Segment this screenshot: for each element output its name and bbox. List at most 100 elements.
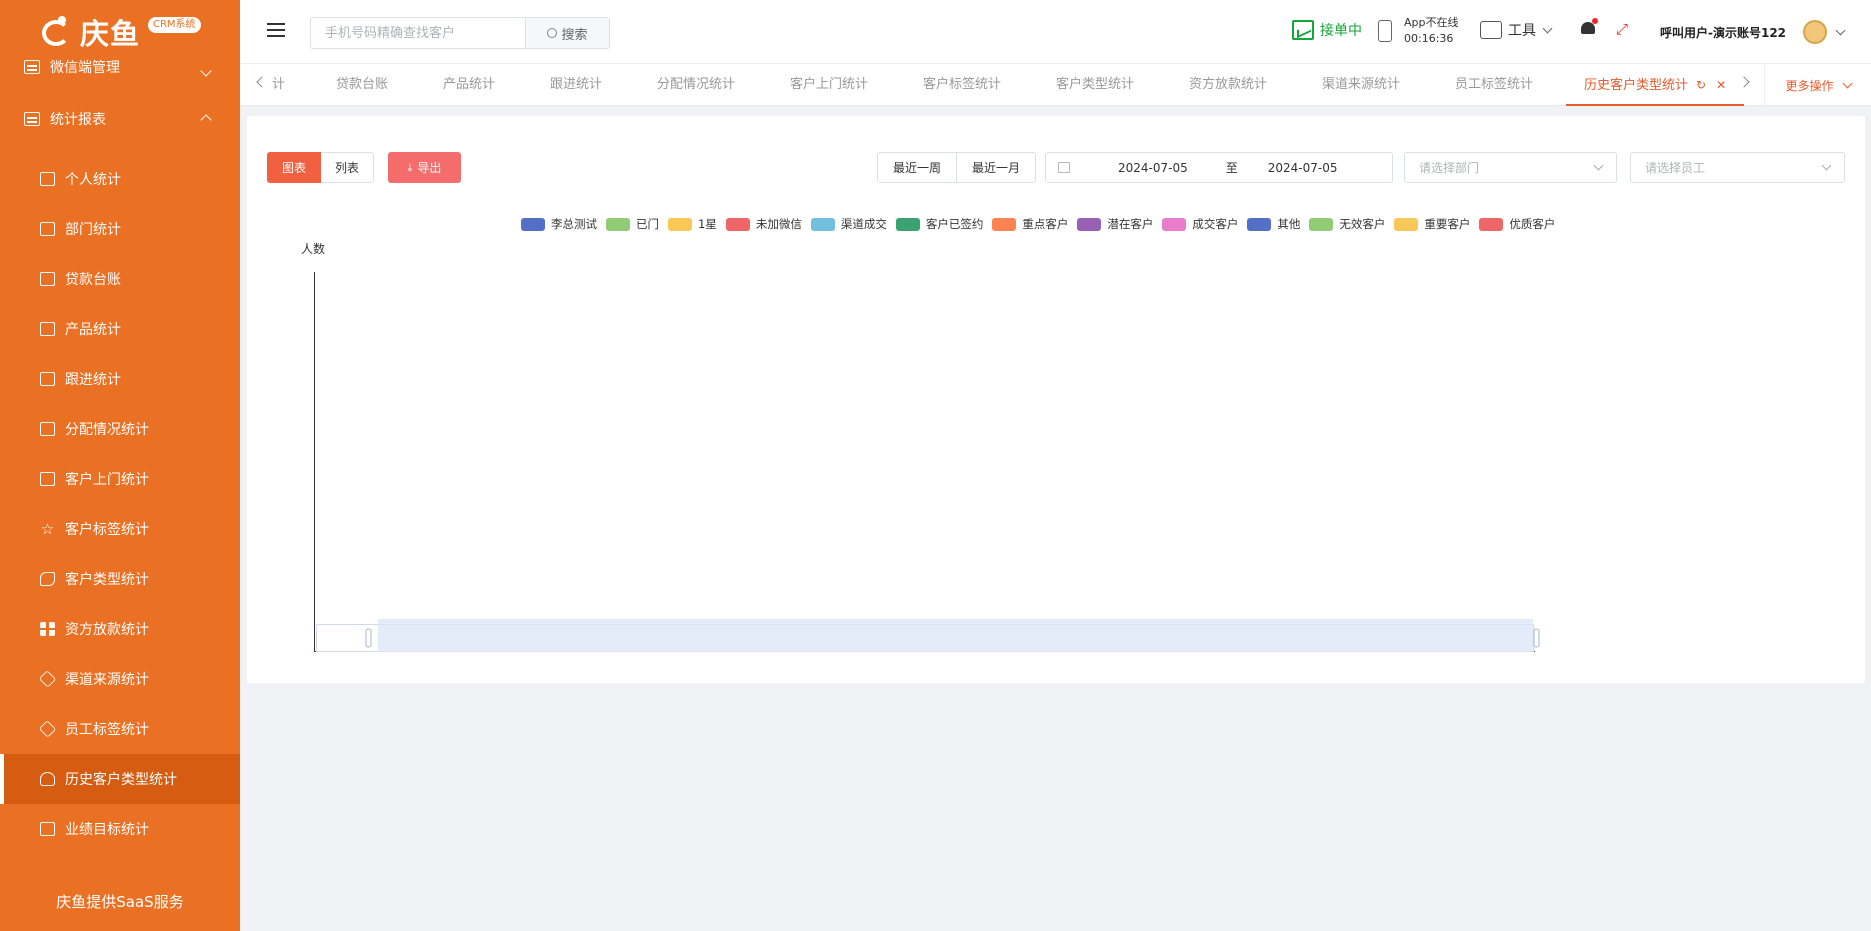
chevron-left-icon[interactable]: [256, 76, 268, 88]
tab-tag-stats[interactable]: 客户标签统计: [923, 64, 1001, 106]
chevron-down-icon: [1542, 23, 1553, 33]
tab-loan-ledger[interactable]: 贷款台账: [336, 64, 388, 106]
search-button-label: 搜索: [561, 27, 588, 43]
sidebar-item-visit-stats[interactable]: 客户上门统计: [0, 454, 240, 504]
menu-group-wechat[interactable]: 微信端管理: [0, 50, 240, 84]
mobile-icon: [1378, 20, 1392, 42]
edit-icon: [40, 822, 55, 836]
sidebar-item-label: 业绩目标统计: [65, 822, 149, 838]
fullscreen-icon[interactable]: ⤢: [1613, 20, 1631, 38]
zoom-right-handle[interactable]: [1533, 628, 1540, 648]
tab-stats-partial[interactable]: 计: [272, 64, 285, 106]
sidebar-item-label: 个人统计: [65, 172, 121, 188]
zoom-left-handle[interactable]: [365, 628, 372, 648]
sidebar-item-label: 产品统计: [65, 322, 121, 338]
search-input[interactable]: [311, 18, 525, 48]
sidebar-item-tag-stats[interactable]: ☆ 客户标签统计: [0, 504, 240, 554]
sidebar-item-personal-stats[interactable]: 个人统计: [0, 154, 240, 204]
sidebar-item-label: 贷款台账: [65, 272, 121, 288]
sidebar-item-label: 资方放款统计: [65, 622, 149, 638]
sidebar-item-label: 员工标签统计: [65, 722, 149, 738]
monitor-icon: [40, 222, 55, 236]
tab-visit-stats[interactable]: 客户上门统计: [790, 64, 868, 106]
sidebar: 庆鱼 CRM系统 微信端管理 统计报表 个人统计 部门统计 贷款台账 产品统计 …: [0, 0, 240, 931]
refresh-icon[interactable]: ↻: [1696, 64, 1706, 106]
order-status-label: 接单中: [1320, 23, 1362, 39]
sidebar-item-label: 渠道来源统计: [65, 672, 149, 688]
menu-group-reports[interactable]: 统计报表: [0, 92, 240, 146]
sidebar-item-dept-stats[interactable]: 部门统计: [0, 204, 240, 254]
fish-logo-icon: [38, 14, 78, 50]
more-operations-label: 更多操作: [1785, 78, 1834, 93]
sidebar-item-type-stats[interactable]: 客户类型统计: [0, 554, 240, 604]
menu-toggle-icon[interactable]: [267, 23, 285, 37]
content-card: 图表 列表 ⤓ 导出 最近一周 最近一月 2024-07-05 至 2024-0…: [247, 116, 1865, 683]
app-status-text: App不在线: [1404, 16, 1459, 29]
tab-followup-stats[interactable]: 跟进统计: [550, 64, 602, 106]
tag-icon: [38, 670, 57, 688]
edit-icon: [40, 372, 55, 386]
sidebar-item-allocation-stats[interactable]: 分配情况统计: [0, 404, 240, 454]
close-icon[interactable]: ✕: [1716, 64, 1726, 106]
logo-text: 庆鱼: [80, 17, 141, 51]
tab-funder-stats[interactable]: 资方放款统计: [1189, 64, 1267, 106]
chevron-up-icon: [200, 114, 212, 126]
chart-canvas: 人数: [301, 241, 1540, 652]
sidebar-item-label: 客户类型统计: [65, 572, 149, 588]
toolbox-icon: [1480, 21, 1502, 39]
sidebar-item-funder-stats[interactable]: 资方放款统计: [0, 604, 240, 654]
menu-group-label: 统计报表: [50, 112, 106, 128]
search-button[interactable]: 搜索: [525, 18, 609, 48]
sidebar-item-product-stats[interactable]: 产品统计: [0, 304, 240, 354]
app-status-timer: 00:16:36: [1404, 32, 1454, 45]
tab-allocation-stats[interactable]: 分配情况统计: [657, 64, 735, 106]
tools-menu[interactable]: 工具: [1480, 20, 1553, 40]
checkbox-icon: [40, 472, 55, 486]
zoom-slider-window[interactable]: [378, 619, 1533, 652]
more-operations[interactable]: 更多操作: [1764, 64, 1871, 106]
menu-group-label: 微信端管理: [50, 60, 120, 76]
caller-account[interactable]: 呼叫用户-演示账号122: [1660, 24, 1786, 41]
sidebar-item-label: 客户标签统计: [65, 522, 149, 538]
tab-bar: 计 贷款台账 产品统计 跟进统计 分配情况统计 客户上门统计 客户标签统计 客户…: [240, 64, 1871, 106]
sidebar-item-target-stats[interactable]: 业绩目标统计: [0, 804, 240, 854]
document-icon: [40, 322, 55, 336]
top-header: 搜索 接单中 App不在线 00:16:36 工具 ⤢ 呼叫用户-演示账号122: [240, 0, 1871, 64]
tab-channel-stats[interactable]: 渠道来源统计: [1322, 64, 1400, 106]
chevron-down-icon: [200, 65, 212, 77]
sidebar-item-loan-ledger[interactable]: 贷款台账: [0, 254, 240, 304]
phone-icon: [40, 572, 55, 586]
tab-type-stats[interactable]: 客户类型统计: [1056, 64, 1134, 106]
monitor-icon: [40, 172, 55, 186]
search-box: 搜索: [310, 17, 610, 49]
sidebar-item-channel-stats[interactable]: 渠道来源统计: [0, 654, 240, 704]
trend-chart-icon: [1292, 20, 1314, 40]
tab-product-stats[interactable]: 产品统计: [443, 64, 495, 106]
chevron-down-icon[interactable]: [1835, 25, 1846, 36]
y-axis-label: 人数: [301, 241, 325, 256]
sidebar-item-history-type-stats[interactable]: 历史客户类型统计: [0, 754, 240, 804]
tag-icon: [38, 720, 57, 738]
tab-staff-tag-stats[interactable]: 员工标签统计: [1455, 64, 1533, 106]
user-icon: [40, 772, 55, 786]
grid-icon: [40, 622, 55, 636]
tools-label: 工具: [1508, 23, 1536, 39]
star-icon: ☆: [40, 520, 55, 538]
notification-bell-icon[interactable]: [1580, 18, 1598, 38]
sidebar-item-label: 跟进统计: [65, 372, 121, 388]
monitor-icon: [40, 272, 55, 286]
avatar[interactable]: [1803, 20, 1827, 44]
app-status: App不在线 00:16:36: [1378, 15, 1459, 47]
tab-history-type-stats[interactable]: 历史客户类型统计 ↻ ✕: [1566, 64, 1745, 106]
list-icon: [24, 60, 40, 74]
sidebar-item-staff-tag-stats[interactable]: 员工标签统计: [0, 704, 240, 754]
search-icon: [547, 28, 558, 38]
order-status[interactable]: 接单中: [1292, 20, 1362, 40]
sidebar-item-followup-stats[interactable]: 跟进统计: [0, 354, 240, 404]
chevron-down-icon: [1842, 78, 1852, 88]
sidebar-item-label: 分配情况统计: [65, 422, 149, 438]
logo-badge: CRM系统: [148, 17, 201, 33]
table-icon: [24, 112, 40, 126]
sidebar-item-label: 历史客户类型统计: [65, 772, 177, 788]
sidebar-item-label: 客户上门统计: [65, 472, 149, 488]
